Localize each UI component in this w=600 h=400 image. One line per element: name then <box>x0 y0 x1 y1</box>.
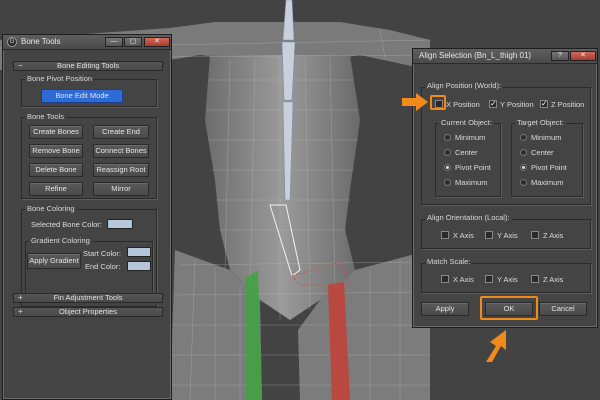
start-color-label: Start Color: <box>83 249 121 258</box>
z-position-checkbox[interactable]: ✓ <box>540 100 548 108</box>
bone-editing-tools-rollout[interactable]: − Bone Editing Tools <box>13 61 163 71</box>
orient-z-axis-label: Z Axis <box>543 231 564 240</box>
target-maximum-label: Maximum <box>531 178 564 187</box>
x-position-label: X Position <box>446 100 480 109</box>
selected-bone-color-label: Selected Bone Color: <box>31 220 102 229</box>
orient-y-axis-label: Y Axis <box>497 231 518 240</box>
remove-bone-button[interactable]: Remove Bone <box>29 144 83 158</box>
current-object-label: Current Object: <box>439 118 494 127</box>
target-maximum-radio[interactable] <box>520 179 527 186</box>
bone-edit-mode-button[interactable]: Bone Edit Mode <box>41 89 123 103</box>
target-minimum-radio[interactable] <box>520 134 527 141</box>
scale-y-axis-label: Y Axis <box>497 275 518 284</box>
close-button[interactable]: ✕ <box>144 37 170 47</box>
scale-z-axis-checkbox[interactable] <box>531 275 539 283</box>
target-pivot-point-label: Pivot Point <box>531 163 567 172</box>
rollout-label: Fin Adjustment Tools <box>53 293 123 302</box>
create-bones-button[interactable]: Create Bones <box>29 125 83 139</box>
orient-z-axis-checkbox[interactable] <box>531 231 539 239</box>
cancel-button[interactable]: Cancel <box>539 302 587 316</box>
bone-tools-window: G Bone Tools — ▢ ✕ − Bone Editing Tools … <box>2 34 172 400</box>
align-selection-title: Align Selection (Bn_L_thigh 01) <box>419 51 532 60</box>
z-position-label: Z Position <box>551 100 585 109</box>
gradient-coloring-label: Gradient Coloring <box>29 236 92 245</box>
restore-button[interactable]: ▢ <box>124 37 142 47</box>
y-position-label: Y Position <box>500 100 534 109</box>
scale-x-axis-label: X Axis <box>453 275 474 284</box>
close-button[interactable]: ✕ <box>570 51 596 61</box>
delete-bone-button[interactable]: Delete Bone <box>29 163 83 177</box>
help-button[interactable]: ? <box>551 51 569 61</box>
bone-tools-titlebar[interactable]: G Bone Tools — ▢ ✕ <box>3 35 171 50</box>
target-center-label: Center <box>531 148 554 157</box>
current-pivot-point-radio[interactable] <box>444 164 451 171</box>
current-pivot-point-label: Pivot Point <box>455 163 491 172</box>
start-color-swatch[interactable] <box>127 247 151 257</box>
orient-y-axis-checkbox[interactable] <box>485 231 493 239</box>
end-color-swatch[interactable] <box>127 261 151 271</box>
current-minimum-label: Minimum <box>455 133 486 142</box>
y-position-checkbox[interactable]: ✓ <box>489 100 497 108</box>
bone-coloring-label: Bone Coloring <box>25 204 77 213</box>
target-minimum-label: Minimum <box>531 133 562 142</box>
end-color-label: End Color: <box>85 262 121 271</box>
rollout-label: Bone Editing Tools <box>57 61 119 70</box>
scale-y-axis-checkbox[interactable] <box>485 275 493 283</box>
x-position-highlight <box>430 95 446 110</box>
align-selection-titlebar[interactable]: Align Selection (Bn_L_thigh 01) ? ✕ <box>413 49 597 64</box>
arrow-up-icon <box>486 330 506 362</box>
scale-x-axis-checkbox[interactable] <box>441 275 449 283</box>
bone-pivot-position-label: Bone Pivot Position <box>25 74 95 83</box>
refine-button[interactable]: Refine <box>29 182 83 196</box>
target-center-radio[interactable] <box>520 149 527 156</box>
current-maximum-label: Maximum <box>455 178 488 187</box>
apply-gradient-button[interactable]: Apply Gradient <box>27 253 81 269</box>
target-object-label: Target Object: <box>515 118 566 127</box>
current-center-radio[interactable] <box>444 149 451 156</box>
create-end-button[interactable]: Create End <box>93 125 149 139</box>
align-orientation-label: Align Orientation (Local): <box>425 213 512 222</box>
bone-tools-group-label: Bone Tools <box>25 112 66 121</box>
fin-adjustment-tools-rollout[interactable]: + Fin Adjustment Tools <box>13 293 163 303</box>
rollout-label: Object Properties <box>59 307 117 316</box>
current-maximum-radio[interactable] <box>444 179 451 186</box>
orient-x-axis-label: X Axis <box>453 231 474 240</box>
minimize-button[interactable]: — <box>105 37 123 47</box>
app-icon: G <box>7 37 17 47</box>
current-center-label: Center <box>455 148 478 157</box>
reassign-root-button[interactable]: Reassign Root <box>93 163 149 177</box>
current-minimum-radio[interactable] <box>444 134 451 141</box>
orient-x-axis-checkbox[interactable] <box>441 231 449 239</box>
match-scale-label: Match Scale: <box>425 257 473 266</box>
apply-button[interactable]: Apply <box>421 302 469 316</box>
bone-tools-title: Bone Tools <box>21 37 61 46</box>
connect-bones-button[interactable]: Connect Bones <box>93 144 149 158</box>
mirror-button[interactable]: Mirror <box>93 182 149 196</box>
arrow-right-icon <box>402 93 428 111</box>
object-properties-rollout[interactable]: + Object Properties <box>13 307 163 317</box>
ok-button-highlight <box>480 296 538 320</box>
scale-z-axis-label: Z Axis <box>543 275 564 284</box>
selected-bone-color-swatch[interactable] <box>107 219 133 229</box>
align-position-label: Align Position (World): <box>425 81 504 90</box>
align-selection-dialog: Align Selection (Bn_L_thigh 01) ? ✕ Alig… <box>412 48 598 328</box>
target-pivot-point-radio[interactable] <box>520 164 527 171</box>
